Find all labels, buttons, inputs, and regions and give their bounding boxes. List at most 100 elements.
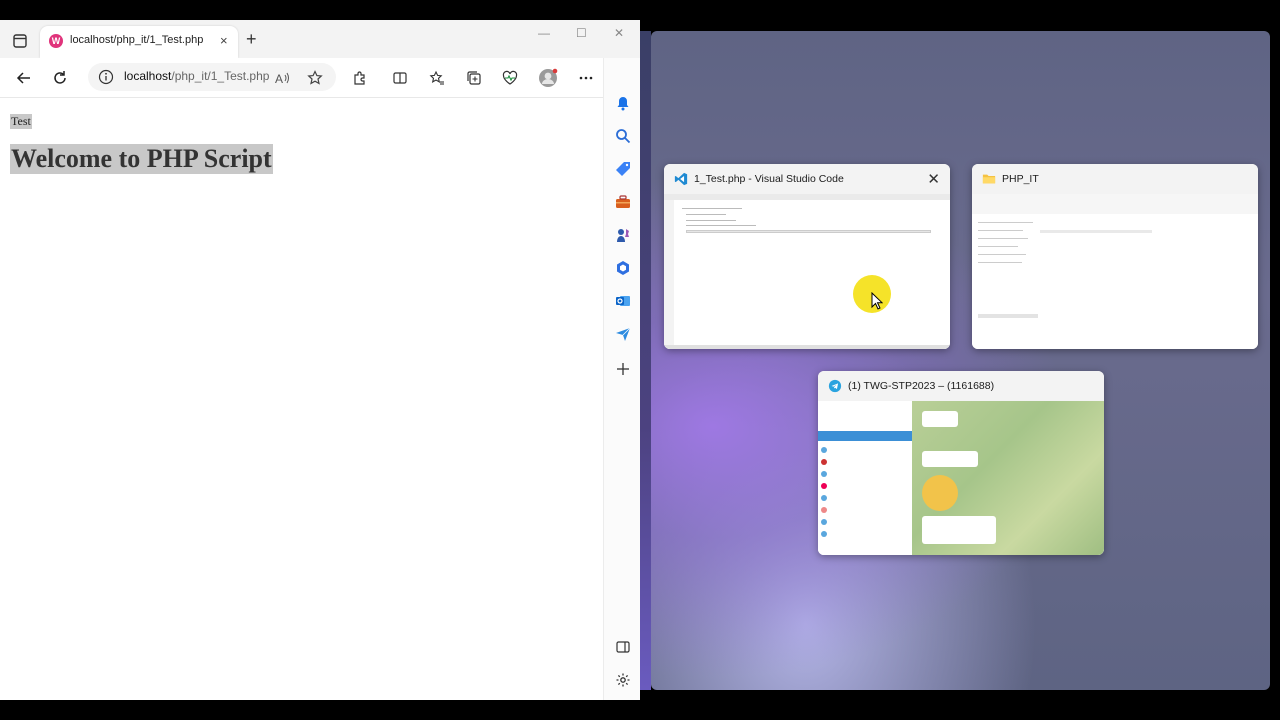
window-card-telegram[interactable]: (1) TWG-STP2023 – (1161688) [818, 371, 1104, 555]
window-card-vscode[interactable]: 1_Test.php - Visual Studio Code ✕ [664, 164, 950, 349]
close-icon[interactable]: ✕ [927, 170, 940, 188]
sidebar-outlook[interactable] [612, 290, 634, 312]
preview-chat-avatar [821, 519, 827, 525]
edge-sidebar [603, 58, 640, 700]
snap-assist-panel [651, 31, 1270, 690]
preview-selected-chat [818, 431, 912, 441]
preview-message-bubble [922, 411, 958, 427]
preview-ribbon [972, 194, 1258, 214]
plus-icon [617, 363, 629, 375]
search-icon [616, 129, 631, 144]
toolbox-icon [616, 195, 630, 208]
address-url[interactable]: localhost/php_it/1_Test.php [124, 69, 269, 83]
sidebar-hide[interactable] [612, 636, 634, 658]
preview-titlebar [664, 194, 950, 200]
panel-toggle-icon [616, 641, 630, 653]
bell-icon [617, 97, 629, 111]
tab-active[interactable]: W localhost/php_it/1_Test.php × [40, 26, 238, 58]
mouse-cursor-icon [871, 292, 883, 310]
explorer-preview [972, 194, 1258, 349]
desktop-wallpaper-strip [640, 31, 651, 690]
card-title: (1) TWG-STP2023 – (1161688) [848, 380, 995, 392]
preview-chat-avatar [821, 483, 827, 489]
tab-title: localhost/php_it/1_Test.php [70, 34, 204, 46]
preview-code-line [686, 225, 756, 226]
collections-button[interactable] [462, 66, 486, 90]
preview-nav-item [978, 246, 1018, 247]
outlook-icon [616, 296, 630, 306]
paper-plane-icon [616, 327, 631, 341]
gear-icon [616, 673, 630, 687]
sidebar-office[interactable] [612, 257, 634, 279]
screen: W localhost/php_it/1_Test.php × + — ☐ ✕ … [0, 0, 1280, 720]
collections-icon [467, 71, 481, 85]
preview-chat-avatar [821, 471, 827, 477]
telegram-preview [818, 401, 1104, 555]
window-card-php-it[interactable]: PHP_IT [972, 164, 1258, 349]
preview-nav-selected [978, 314, 1038, 318]
split-screen-button[interactable] [388, 66, 412, 90]
read-aloud-button[interactable]: A [270, 66, 294, 90]
preview-code-line [682, 208, 742, 209]
preview-selected-line [686, 230, 931, 233]
preview-chat-avatar [821, 507, 827, 513]
preview-chat-avatar [821, 447, 827, 453]
puzzle-icon [354, 71, 365, 85]
card-header: 1_Test.php - Visual Studio Code ✕ [664, 164, 950, 194]
sidebar-games[interactable] [612, 224, 634, 246]
favorites-icon [429, 70, 444, 85]
edge-browser-window: W localhost/php_it/1_Test.php × + — ☐ ✕ … [0, 20, 640, 700]
settings-more-button[interactable] [574, 66, 598, 90]
browser-essentials-button[interactable] [498, 66, 522, 90]
maximize-button[interactable]: ☐ [576, 26, 587, 40]
preview-statusbar [664, 345, 950, 349]
minimize-button[interactable]: — [538, 26, 550, 40]
sidebar-search[interactable] [612, 125, 634, 147]
preview-chat-avatar [821, 495, 827, 501]
folder-icon [982, 174, 996, 184]
tab-actions-button[interactable] [10, 31, 30, 51]
more-dots-icon [579, 76, 593, 80]
preview-nav-item [978, 238, 1028, 239]
favorites-button[interactable] [425, 66, 449, 90]
telegram-icon [828, 379, 842, 393]
read-aloud-icon: A [275, 72, 289, 86]
page-content: Test Welcome to PHP Script [0, 98, 602, 700]
star-icon [307, 70, 323, 85]
sidebar-add[interactable] [612, 358, 634, 380]
preview-nav-item [978, 222, 1033, 223]
back-button[interactable] [12, 66, 36, 90]
address-bar[interactable]: localhost/php_it/1_Test.php [88, 63, 336, 91]
avatar-icon [539, 68, 558, 87]
page-heading: Welcome to PHP Script [10, 144, 273, 174]
new-tab-button[interactable]: + [246, 29, 257, 49]
profile-button[interactable] [536, 66, 560, 90]
sidebar-shopping[interactable] [612, 158, 634, 180]
tag-icon [616, 162, 630, 176]
info-icon[interactable] [98, 69, 114, 85]
preview-nav-item [978, 254, 1026, 255]
preview-chat-list [818, 401, 912, 555]
tab-strip: W localhost/php_it/1_Test.php × + — ☐ ✕ [0, 20, 640, 58]
svg-text:A: A [275, 72, 283, 86]
window-close-button[interactable]: ✕ [614, 26, 624, 40]
tab-actions-icon [13, 34, 27, 48]
refresh-button[interactable] [48, 66, 72, 90]
split-screen-icon [393, 72, 407, 84]
preview-nav-item [978, 262, 1022, 263]
sidebar-settings[interactable] [612, 669, 634, 691]
address-host: localhost [124, 69, 172, 83]
extensions-button[interactable] [348, 66, 372, 90]
chess-piece-icon [617, 229, 629, 242]
sidebar-drop[interactable] [612, 323, 634, 345]
browser-toolbar: localhost/php_it/1_Test.php A [0, 58, 640, 98]
tab-close-icon[interactable]: × [220, 33, 228, 48]
preview-message-bubble [922, 451, 978, 467]
card-header: PHP_IT [972, 164, 1258, 194]
sidebar-notifications[interactable] [612, 92, 634, 114]
heart-pulse-icon [502, 70, 518, 85]
preview-chat-avatar [821, 459, 827, 465]
card-title: PHP_IT [1002, 173, 1039, 185]
favorite-star-button[interactable] [303, 66, 327, 90]
sidebar-tools[interactable] [612, 191, 634, 213]
